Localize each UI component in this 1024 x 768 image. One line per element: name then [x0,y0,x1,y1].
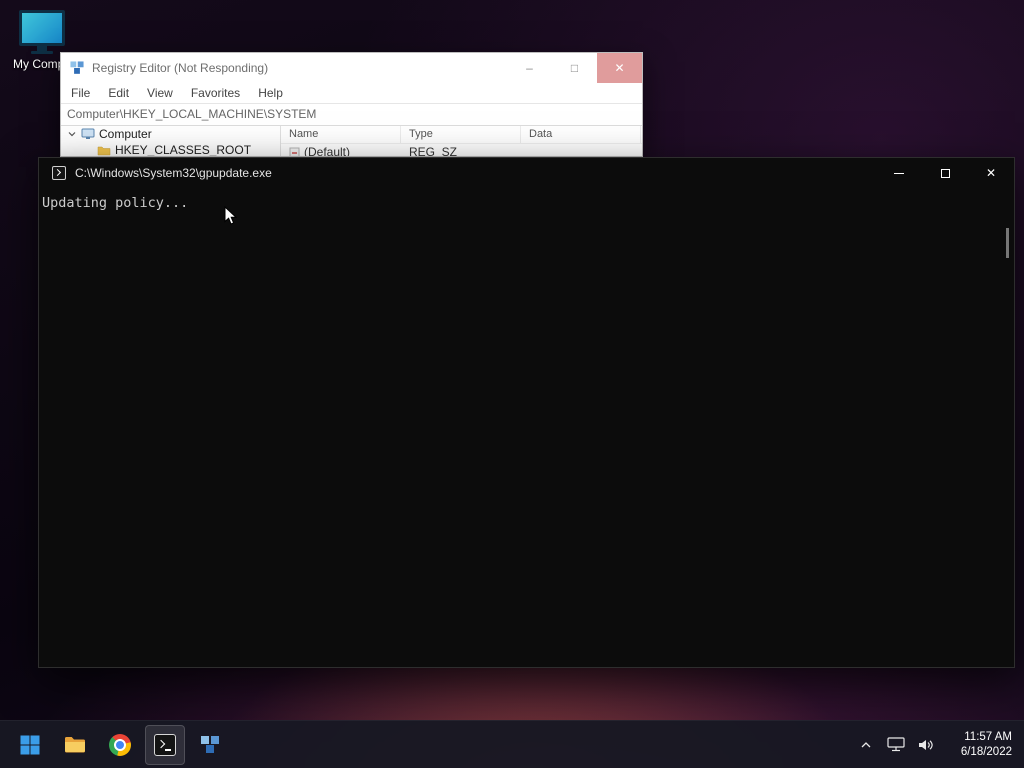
tree-node-computer[interactable]: Computer [61,126,280,142]
desktop-background: My Compu Registry Editor (Not Responding… [0,0,1024,768]
chevron-up-icon [861,741,871,747]
clock-button[interactable]: 11:57 AM 6/18/2022 [944,729,1014,761]
chrome-icon [109,733,131,756]
string-value-icon [289,147,300,156]
menu-edit[interactable]: Edit [108,86,129,100]
registry-window-title: Registry Editor (Not Responding) [92,61,269,75]
computer-monitor-base [31,51,53,54]
registry-window-controls: – □ ✕ [507,53,642,83]
console-window-controls: ✕ [876,158,1014,188]
value-type-cell: REG_SZ [409,145,458,157]
registry-cubes-icon [201,735,219,753]
gpupdate-console-window[interactable]: C:\Windows\System32\gpupdate.exe ✕ Updat… [38,157,1015,668]
console-titlebar[interactable]: C:\Windows\System32\gpupdate.exe ✕ [39,158,1014,188]
registry-minimize-button[interactable]: – [507,53,552,83]
registry-maximize-button[interactable]: □ [552,53,597,83]
console-output-area[interactable]: Updating policy... [39,188,1014,667]
command-prompt-icon [154,733,176,756]
maximize-icon [940,168,950,178]
console-app-icon [52,166,66,180]
start-button[interactable] [10,725,50,765]
clock-date: 6/18/2022 [960,745,1012,758]
registry-value-row[interactable]: (Default) REG_SZ [281,144,642,157]
tree-node-hkey-classes-root[interactable]: HKEY_CLASSES_ROOT [61,142,280,157]
registry-app-icon [70,61,84,74]
registry-editor-button[interactable] [190,725,230,765]
registry-address-bar[interactable]: Computer\HKEY_LOCAL_MACHINE\SYSTEM [61,103,642,126]
computer-node-icon [81,128,95,139]
console-scrollbar-thumb[interactable] [1006,228,1009,258]
console-output-text: Updating policy... [42,195,189,211]
registry-menubar: File Edit View Favorites Help [61,83,642,103]
console-window-title: C:\Windows\System32\gpupdate.exe [75,166,272,180]
registry-column-headers: Name Type Data [281,126,642,144]
registry-titlebar[interactable]: Registry Editor (Not Responding) – □ ✕ [61,53,642,83]
network-icon [887,737,905,752]
registry-values-pane[interactable]: Name Type Data (Default) REG_SZ [281,126,642,157]
registry-close-button[interactable]: ✕ [597,53,642,83]
menu-help[interactable]: Help [258,86,283,100]
tray-overflow-button[interactable] [854,729,878,761]
value-name: (Default) [304,145,351,157]
value-name-cell: (Default) [281,145,401,157]
column-header-name[interactable]: Name [281,126,401,143]
menu-view[interactable]: View [147,86,173,100]
registry-body: Computer HKEY_CLASSES_ROOT Name Type Dat… [61,126,642,157]
command-prompt-button-active[interactable] [145,724,185,765]
taskbar: 11:57 AM 6/18/2022 [0,720,1024,768]
tree-node-computer-label: Computer [99,127,152,141]
console-minimize-button[interactable] [876,158,922,188]
chevron-down-icon[interactable] [67,129,77,139]
volume-button[interactable] [914,729,938,761]
registry-editor-window[interactable]: Registry Editor (Not Responding) – □ ✕ F… [60,52,643,157]
tree-node-hkey-label: HKEY_CLASSES_ROOT [115,143,252,157]
menu-favorites[interactable]: Favorites [191,86,240,100]
file-explorer-button[interactable] [55,725,95,765]
registry-tree-pane[interactable]: Computer HKEY_CLASSES_ROOT [61,126,281,157]
windows-logo-icon [20,735,40,754]
taskbar-clock: 11:57 AM 6/18/2022 [950,730,1014,760]
clock-time: 11:57 AM [964,730,1012,743]
column-header-data[interactable]: Data [521,126,641,143]
speaker-icon [919,739,933,750]
network-status-button[interactable] [884,729,908,761]
folder-icon [97,146,111,155]
file-explorer-icon [65,736,85,752]
console-close-button[interactable]: ✕ [968,158,1014,188]
chrome-button[interactable] [100,725,140,765]
menu-file[interactable]: File [71,86,90,100]
system-tray: 11:57 AM 6/18/2022 [854,729,1014,761]
computer-monitor-icon [19,10,65,46]
column-header-type[interactable]: Type [401,126,521,143]
console-maximize-button[interactable] [922,158,968,188]
minimize-icon [894,172,904,174]
